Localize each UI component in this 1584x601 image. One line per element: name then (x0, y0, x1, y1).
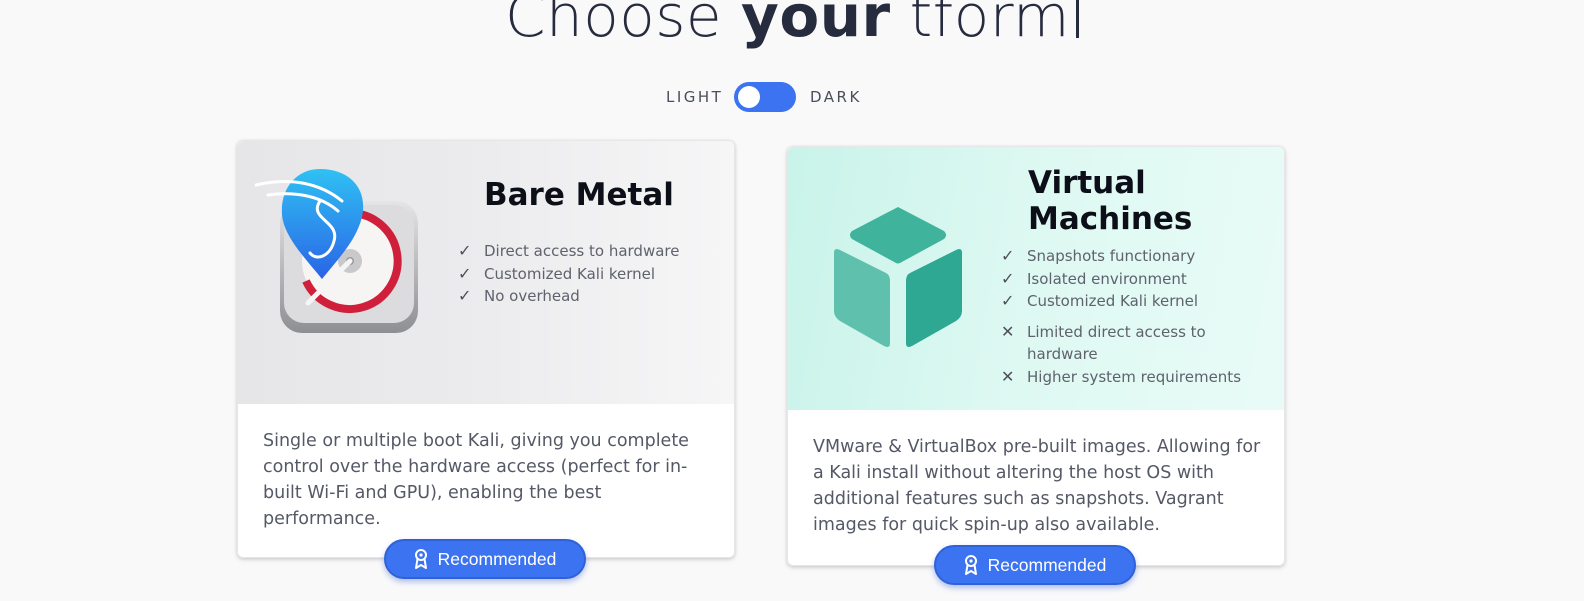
feature-list: ✓ Direct access to hardware ✓ Customized K… (458, 240, 679, 308)
feature-item: ✓ Direct access to hardware (458, 240, 679, 263)
recommended-label: Recommended (987, 554, 1107, 575)
check-icon: ✓ (458, 263, 472, 283)
check-icon: ✓ (458, 286, 472, 305)
cross-icon: ✕ (1001, 321, 1015, 341)
check-icon: ✓ (1001, 291, 1015, 310)
feature-text: Snapshots functionary (1027, 247, 1196, 265)
theme-switch-row: LIGHT DARK (0, 80, 1584, 114)
feature-text: No overhead (484, 287, 580, 305)
heading-emphasis: your (741, 0, 891, 50)
virtual-machines-card[interactable]: Virtual Machines ✓ Snapshots functionary … (787, 146, 1285, 585)
feature-text: Limited direct access to hardware (1027, 322, 1206, 364)
light-label: LIGHT (666, 88, 724, 106)
theme-toggle[interactable] (734, 82, 796, 112)
feature-text: Customized Kali kernel (1027, 292, 1199, 310)
toggle-knob[interactable] (738, 86, 760, 108)
card-description: VMware & VirtualBox pre-built images. Al… (813, 437, 1261, 535)
card-title: Bare Metal (484, 177, 674, 213)
kali-dragon-harddrive-icon (254, 169, 418, 333)
cube-icon (834, 207, 962, 347)
recommended-button[interactable]: Recommended (934, 545, 1136, 585)
card-header-panel: Bare Metal ✓ Direct access to hardware ✓ C… (238, 141, 734, 404)
feature-item: ✓ Customized Kali kernel (1001, 290, 1261, 313)
feature-list: ✓ Snapshots functionary ✓ Isolated environ… (1001, 245, 1261, 388)
bare-metal-card[interactable]: Bare Metal ✓ Direct access to hardware ✓ C… (237, 140, 735, 579)
heading-prefix: Choose (504, 0, 742, 50)
dark-label: DARK (810, 88, 862, 106)
card-title: Virtual Machines (1028, 165, 1193, 237)
feature-item: ✓ No overhead (458, 285, 679, 308)
typing-caret (1076, 0, 1080, 38)
feature-text: Higher system requirements (1027, 367, 1242, 386)
feature-item: ✕ Limited direct access to hardware (1001, 321, 1261, 366)
feature-text: Isolated environment (1027, 269, 1187, 288)
feature-item: ✓ Snapshots functionary (1001, 245, 1261, 268)
card-description: Single or multiple boot Kali, giving you… (263, 431, 689, 529)
feature-text: Customized Kali kernel (484, 264, 656, 283)
cross-icon: ✕ (1001, 366, 1015, 386)
recommended-button[interactable]: Recommended (384, 539, 586, 579)
card-header-panel: Virtual Machines ✓ Snapshots functionary … (788, 147, 1284, 410)
recommended-label: Recommended (437, 548, 557, 569)
feature-item: ✓ Isolated environment (1001, 268, 1261, 291)
page-heading: Choose your tform (0, 0, 1584, 50)
award-icon (964, 555, 977, 575)
check-icon: ✓ (458, 241, 472, 260)
heading-suffix: tform (890, 0, 1071, 50)
feature-text: Direct access to hardware (484, 242, 680, 260)
check-icon: ✓ (1001, 246, 1015, 265)
award-icon (414, 549, 427, 569)
feature-item: ✕ Higher system requirements (1001, 366, 1261, 389)
check-icon: ✓ (1001, 268, 1015, 288)
feature-item: ✓ Customized Kali kernel (458, 263, 679, 286)
